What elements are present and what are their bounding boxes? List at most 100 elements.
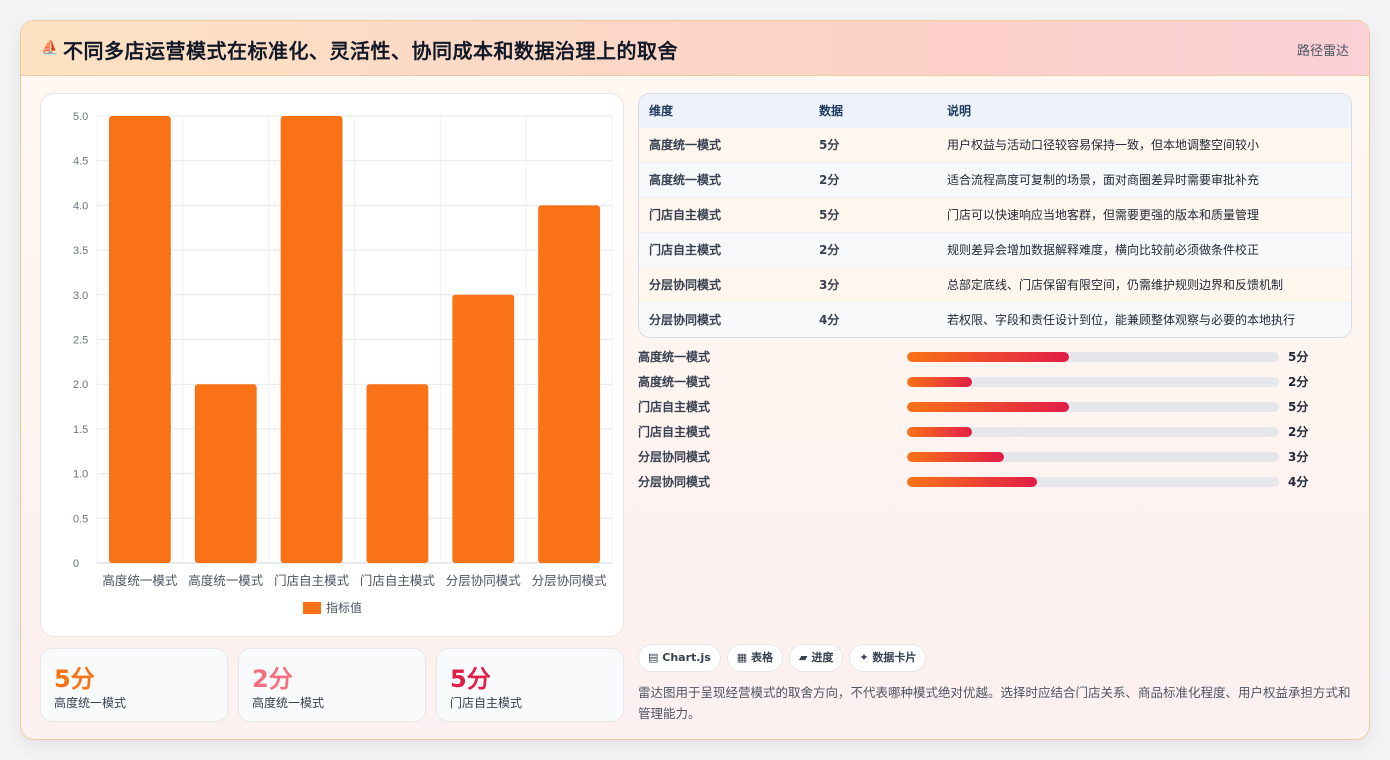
page-title: 不同多店运营模式在标准化、灵活性、协同成本和数据治理上的取舍 [63,39,678,63]
table-cell: 3分 [819,278,840,292]
table-cell: 5分 [819,208,840,222]
bar [538,205,600,563]
header-bar: ⛵ 不同多店运营模式在标准化、灵活性、协同成本和数据治理上的取舍 路径雷达 [21,21,1369,76]
y-tick-label: 0.5 [73,513,88,525]
progress-track [907,452,1279,462]
bar-chart: 5.0 4.5 4.0 3.5 3.0 2.5 2.0 1.5 1.0 0.5 0 高度统一模式 高度统… [73,111,613,615]
stat-card: 5分 高度统一模式 [40,648,228,722]
progress-row: 门店自主模式 2分 [638,422,1352,440]
progress-track [907,377,1279,387]
table-cell: 2分 [819,243,840,257]
progress-label: 高度统一模式 [638,375,711,389]
table-cell: 高度统一模式 [649,138,722,152]
y-tick-label: 2.5 [73,335,88,347]
progress-track [907,477,1279,487]
x-tick-label: 分层协同模式 [532,573,608,588]
table-row: 高度统一模式 2分 适合流程高度可复制的场景，面对商圈差异时需要审批补充 [639,162,1351,197]
chip-table[interactable]: ▦ 表格 [726,644,784,672]
y-tick-label: 5.0 [73,111,88,123]
stat-value: 5分 [54,665,95,693]
y-tick-label: 1.5 [73,424,88,436]
table-cell: 5分 [819,138,840,152]
x-tick-label: 门店自主模式 [360,573,436,588]
progress-value: 2分 [1288,425,1309,439]
table-row: 分层协同模式 3分 总部定底线、门店保留有限空间，仍需维护规则边界和反馈机制 [639,267,1351,302]
bar [194,384,257,563]
stat-label: 高度统一模式 [54,696,127,710]
y-tick-label: 0 [73,558,79,570]
sparkle-icon: ✦ [859,651,869,664]
progress-fill [907,427,973,437]
stat-label: 高度统一模式 [252,696,325,710]
table-row: 门店自主模式 2分 规则差异会增加数据解释难度，横向比较前必须做条件校正 [639,232,1351,267]
table-row: 高度统一模式 5分 用户权益与活动口径较容易保持一致，但本地调整空间较小 [639,127,1351,162]
y-tick-label: 4.5 [73,156,88,168]
progress-label: 高度统一模式 [638,350,711,364]
table-cell: 高度统一模式 [649,173,722,187]
progress-value: 2分 [1288,375,1309,389]
progress-label: 门店自主模式 [638,400,711,414]
table-cell: 适合流程高度可复制的场景，面对商圈差异时需要审批补充 [947,173,1260,187]
progress-fill [907,377,973,387]
progress-value: 5分 [1288,400,1309,414]
ship-icon: ⛵ [41,40,59,56]
progress-value: 5分 [1288,350,1309,364]
chart-icon: ▤ [648,651,659,664]
table-header-row: 维度 数据 说明 [639,94,1351,127]
progress-label: 门店自主模式 [638,425,711,439]
x-tick-label: 门店自主模式 [274,573,350,588]
bar [109,116,171,563]
x-tick-label: 高度统一模式 [188,573,264,588]
y-tick-label: 3.0 [73,290,88,302]
table-cell: 若权限、字段和责任设计到位，能兼顾整体观察与必要的本地执行 [947,313,1296,328]
stat-value: 5分 [450,665,491,693]
table-cell: 2分 [819,173,840,187]
dashboard-card: ⛵ 不同多店运营模式在标准化、灵活性、协同成本和数据治理上的取舍 路径雷达 5.… [20,20,1370,740]
chip-progress[interactable]: ▰ 进度 [789,644,844,672]
y-tick-label: 4.0 [73,200,88,212]
progress-row: 分层协同模式 4分 [638,472,1352,490]
table-cell: 门店自主模式 [649,243,722,257]
progress-row: 分层协同模式 3分 [638,447,1352,465]
data-table: 维度 数据 说明 高度统一模式 5分 用户权益与活动口径较容易保持一致，但本地调… [638,93,1352,338]
chip-label: Chart.js [662,651,711,664]
y-tick-label: 3.5 [73,245,88,257]
stat-card: 5分 门店自主模式 [436,648,624,722]
progress-label: 分层协同模式 [638,475,711,489]
table-cell: 门店自主模式 [649,208,722,222]
feature-chips: ▤ Chart.js ▦ 表格 ▰ 进度 ✦ 数据卡片 [638,644,932,672]
stat-value: 2分 [252,665,293,693]
y-tick-label: 2.0 [73,379,88,391]
footnote: 雷达图用于呈现经营模式的取舍方向，不代表哪种模式绝对优越。选择时应结合门店关系、… [638,685,1351,721]
stat-card: 2分 高度统一模式 [238,648,426,722]
progress-icon: ▰ [799,651,808,664]
progress-value: 3分 [1288,450,1309,464]
y-tick-label: 1.0 [73,469,88,481]
chip-data-card[interactable]: ✦ 数据卡片 [849,644,927,672]
table-cell: 4分 [819,313,840,328]
x-tick-label: 高度统一模式 [102,573,178,588]
progress-value: 4分 [1288,475,1309,489]
bar [366,384,429,563]
chip-label: 进度 [811,651,834,664]
bar-chart-panel: 5.0 4.5 4.0 3.5 3.0 2.5 2.0 1.5 1.0 0.5 0 高度统一模式 高度统… [40,93,624,637]
header-tag: 路径雷达 [1296,44,1349,59]
chip-chartjs[interactable]: ▤ Chart.js [638,644,721,672]
progress-label: 分层协同模式 [638,450,711,464]
stat-label: 门店自主模式 [450,696,523,710]
progress-fill [907,477,1038,487]
table-cell: 总部定底线、门店保留有限空间，仍需维护规则边界和反馈机制 [947,278,1284,292]
column-header: 数据 [819,103,844,118]
table-cell: 规则差异会增加数据解释难度，横向比较前必须做条件校正 [947,243,1260,257]
progress-row: 门店自主模式 5分 [638,397,1352,415]
table-row: 门店自主模式 5分 门店可以快速响应当地客群，但需要更强的版本和质量管理 [639,197,1351,232]
chip-label: 表格 [751,651,774,664]
column-header: 说明 [947,103,972,118]
column-header: 维度 [649,103,674,118]
legend-swatch [303,602,321,614]
progress-fill [907,452,1004,462]
table-row: 分层协同模式 4分 若权限、字段和责任设计到位，能兼顾整体观察与必要的本地执行 [639,302,1351,337]
progress-fill [907,352,1069,362]
progress-row: 高度统一模式 2分 [638,372,1352,390]
bar [452,294,515,563]
